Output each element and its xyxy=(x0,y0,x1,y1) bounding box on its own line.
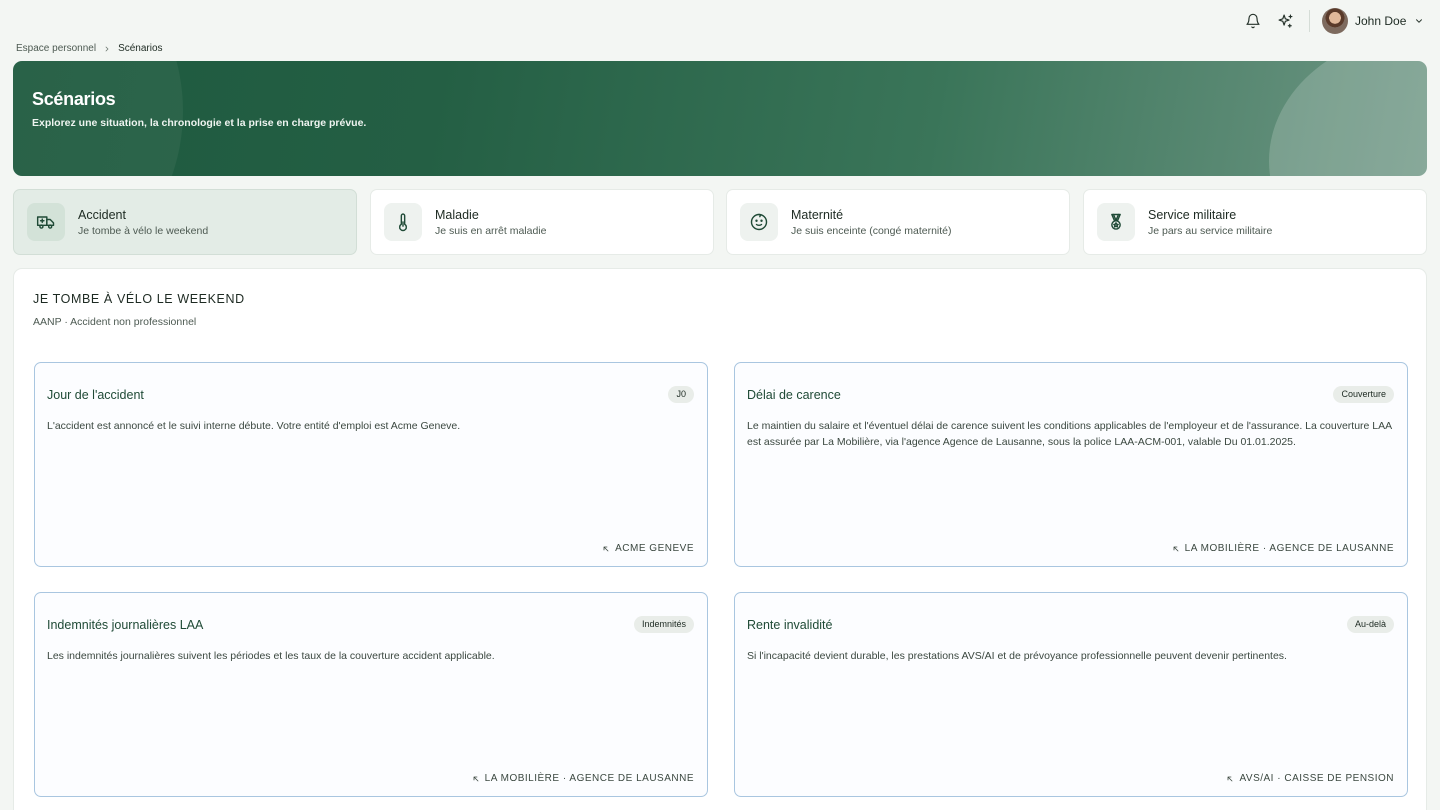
timeline-card[interactable]: Jour de l'accident J0 L'accident est ann… xyxy=(34,362,708,567)
tab-service-militaire[interactable]: Service militaire Je pars au service mil… xyxy=(1083,189,1427,255)
scenario-title: JE TOMBE À VÉLO LE WEEKEND xyxy=(33,292,245,306)
card-footer-link[interactable]: LA MOBILIÈRE · AGENCE DE LAUSANNE xyxy=(472,773,694,784)
breadcrumb-current: Scénarios xyxy=(118,43,163,54)
card-badge: J0 xyxy=(668,386,694,403)
card-footer-label: LA MOBILIÈRE · AGENCE DE LAUSANNE xyxy=(484,773,694,784)
card-footer-link[interactable]: ACME GENEVE xyxy=(602,543,694,554)
card-title: Jour de l'accident xyxy=(47,388,144,402)
card-badge: Couverture xyxy=(1333,386,1394,403)
tab-accident[interactable]: Accident Je tombe à vélo le weekend xyxy=(13,189,357,255)
tab-title: Maladie xyxy=(435,207,479,222)
card-footer-label: LA MOBILIÈRE · AGENCE DE LAUSANNE xyxy=(1184,543,1394,554)
avatar xyxy=(1322,8,1348,34)
card-footer-link[interactable]: AVS/AI · CAISSE DE PENSION xyxy=(1226,773,1394,784)
card-footer-link[interactable]: LA MOBILIÈRE · AGENCE DE LAUSANNE xyxy=(1172,543,1394,554)
card-badge: Au-delà xyxy=(1346,616,1394,633)
topbar-divider xyxy=(1309,10,1310,32)
timeline-card[interactable]: Rente invalidité Au-delà Si l'incapacité… xyxy=(734,592,1408,797)
tab-subtitle: Je tombe à vélo le weekend xyxy=(78,224,209,237)
tab-title: Service militaire xyxy=(1148,207,1237,222)
timeline-card[interactable]: Délai de carence Couverture Le maintien … xyxy=(734,362,1408,567)
breadcrumb-home-link[interactable]: Espace personnel xyxy=(16,43,96,54)
bell-icon[interactable] xyxy=(1242,10,1264,32)
scenario-panel: JE TOMBE À VÉLO LE WEEKEND AANP · Accide… xyxy=(13,268,1427,810)
sparkles-icon[interactable] xyxy=(1274,10,1296,32)
scenario-subtitle: AANP · Accident non professionnel xyxy=(33,316,197,328)
hero-decoration-right xyxy=(1269,61,1427,176)
medal-icon xyxy=(1097,203,1135,241)
chevron-down-icon xyxy=(1416,19,1423,23)
card-description: Si l'incapacité devient durable, les pre… xyxy=(747,650,1287,662)
page-subtitle: Explorez une situation, la chronologie e… xyxy=(32,117,367,129)
arrow-up-left-icon xyxy=(1228,776,1233,781)
top-bar: John Doe xyxy=(0,0,1440,42)
tab-title: Accident xyxy=(78,207,126,222)
breadcrumb: Espace personnel Scénarios xyxy=(16,43,163,54)
card-title: Délai de carence xyxy=(747,388,841,402)
card-description: Les indemnités journalières suivent les … xyxy=(47,650,495,662)
page-title: Scénarios xyxy=(32,89,116,109)
card-description: L'accident est annoncé et le suivi inter… xyxy=(47,420,461,432)
ambulance-icon xyxy=(27,203,65,241)
arrow-up-left-icon xyxy=(1173,546,1179,551)
card-badge: Indemnités xyxy=(633,616,694,633)
tab-subtitle: Je suis enceinte (congé maternité) xyxy=(791,224,952,237)
chevron-right-icon xyxy=(103,45,111,53)
timeline-card[interactable]: Indemnités journalières LAA Indemnités L… xyxy=(34,592,708,797)
user-menu[interactable]: John Doe xyxy=(1322,7,1424,35)
tab-subtitle: Je suis en arrêt maladie xyxy=(435,224,547,237)
arrow-up-left-icon xyxy=(603,546,609,551)
baby-icon xyxy=(740,203,778,241)
card-footer-label: ACME GENEVE xyxy=(615,543,694,554)
thermometer-icon xyxy=(384,203,422,241)
tab-subtitle: Je pars au service militaire xyxy=(1148,224,1273,237)
card-description: Le maintien du salaire et l'éventuel dél… xyxy=(747,420,1392,448)
tab-maladie[interactable]: Maladie Je suis en arrêt maladie xyxy=(370,189,714,255)
tab-maternite[interactable]: Maternité Je suis enceinte (congé matern… xyxy=(726,189,1070,255)
card-title: Rente invalidité xyxy=(747,618,833,632)
user-name: John Doe xyxy=(1355,14,1407,28)
card-title: Indemnités journalières LAA xyxy=(47,618,204,632)
tab-title: Maternité xyxy=(791,207,844,222)
card-footer-label: AVS/AI · CAISSE DE PENSION xyxy=(1239,773,1394,784)
arrow-up-left-icon xyxy=(473,776,479,781)
hero-banner: Scénarios Explorez une situation, la chr… xyxy=(13,61,1427,176)
